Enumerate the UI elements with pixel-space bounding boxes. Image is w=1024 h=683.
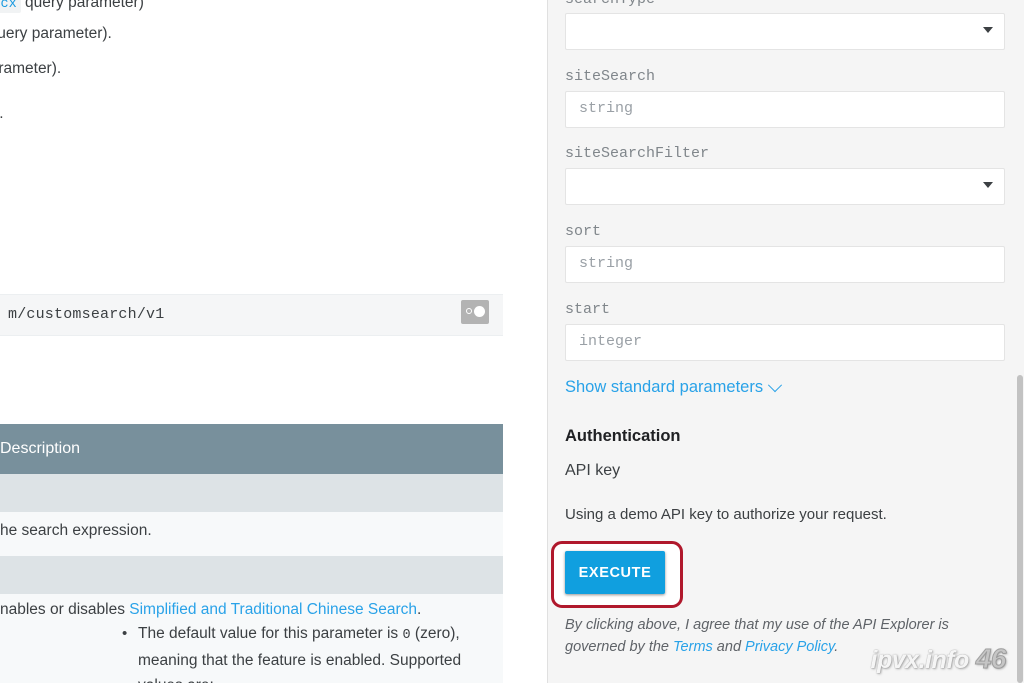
code-default-value: 0 xyxy=(402,628,411,643)
show-standard-parameters-link[interactable]: Show standard parameters xyxy=(565,377,783,397)
documentation-panel: ur request (using the cx query parameter… xyxy=(0,0,547,683)
table-cell-text: nables or disables xyxy=(0,601,130,618)
endpoint-url-text: m/customsearch/v1 xyxy=(8,306,165,323)
authentication-method: API key xyxy=(565,462,621,479)
doc-paragraph-3: query parameter). xyxy=(0,60,62,77)
screenshot-root: ur request (using the cx query parameter… xyxy=(0,0,1024,683)
parameters-table: Description he search expression. nables… xyxy=(0,424,503,683)
chevron-down-icon xyxy=(768,377,783,392)
chinese-search-link[interactable]: Simplified and Traditional Chinese Searc… xyxy=(129,601,417,618)
execute-button[interactable]: EXECUTE xyxy=(565,551,665,594)
explorer-disclaimer: By clicking above, I agree that my use o… xyxy=(565,614,1009,658)
code-chip-cx: cx xyxy=(0,0,21,13)
chevron-down-icon xyxy=(983,27,993,33)
api-explorer-panel: searchType siteSearch string siteSearchF… xyxy=(548,0,1024,683)
disclaimer-text: . xyxy=(834,639,839,655)
field-label-start: start xyxy=(565,301,611,318)
doc-text: query parameter) xyxy=(20,0,144,11)
field-placeholder-sort: string xyxy=(579,255,634,272)
field-input-sort[interactable]: string xyxy=(565,246,1005,283)
field-input-start[interactable]: integer xyxy=(565,324,1005,361)
description-bullet-list: The default value for this parameter is … xyxy=(0,621,503,683)
chevron-down-icon xyxy=(983,182,993,188)
authentication-note: Using a demo API key to authorize your r… xyxy=(565,506,887,523)
list-item: The default value for this parameter is … xyxy=(122,621,503,683)
table-row: nables or disables Simplified and Tradit… xyxy=(0,594,503,683)
table-cell-description: he search expression. xyxy=(0,522,152,539)
table-cell-text: . xyxy=(417,601,422,618)
table-cell-description: nables or disables Simplified and Tradit… xyxy=(0,599,503,621)
doc-paragraph-4: onal. xyxy=(0,103,4,125)
scrollbar-thumb[interactable] xyxy=(1017,375,1023,683)
doc-paragraph-2: equest (using the q query parameter). xyxy=(0,23,112,47)
terms-link[interactable]: Terms xyxy=(673,639,713,655)
field-placeholder-start: integer xyxy=(579,333,643,350)
table-row xyxy=(0,474,503,512)
small-circle-glyph xyxy=(466,308,472,314)
field-label-sitesearch: siteSearch xyxy=(565,68,656,85)
table-row xyxy=(0,556,503,594)
field-placeholder-sitesearch: string xyxy=(579,100,634,117)
endpoint-url-bar: m/customsearch/v1 xyxy=(0,294,503,336)
privacy-policy-link[interactable]: Privacy Policy xyxy=(745,639,834,655)
field-select-searchtype[interactable] xyxy=(565,13,1005,50)
authentication-heading: Authentication xyxy=(565,427,681,445)
bullet-text: The default value for this parameter is xyxy=(138,625,403,642)
field-select-sitesearchfilter[interactable] xyxy=(565,168,1005,205)
doc-paragraph-1: ur request (using the cx query parameter… xyxy=(0,0,144,16)
field-input-sitesearch[interactable]: string xyxy=(565,91,1005,128)
field-label-searchtype: searchType xyxy=(565,0,655,8)
expand-circles-icon[interactable] xyxy=(461,300,489,324)
field-label-sort: sort xyxy=(565,223,602,240)
link-label: Show standard parameters xyxy=(565,378,764,396)
table-header-description: Description xyxy=(0,424,503,474)
doc-text: query parameter). xyxy=(0,25,112,42)
panel-scrollbar[interactable] xyxy=(1016,0,1024,683)
table-row: he search expression. xyxy=(0,512,503,556)
field-label-sitesearchfilter: siteSearchFilter xyxy=(565,145,710,162)
disclaimer-text: and xyxy=(712,639,746,655)
large-circle-glyph xyxy=(474,306,485,317)
